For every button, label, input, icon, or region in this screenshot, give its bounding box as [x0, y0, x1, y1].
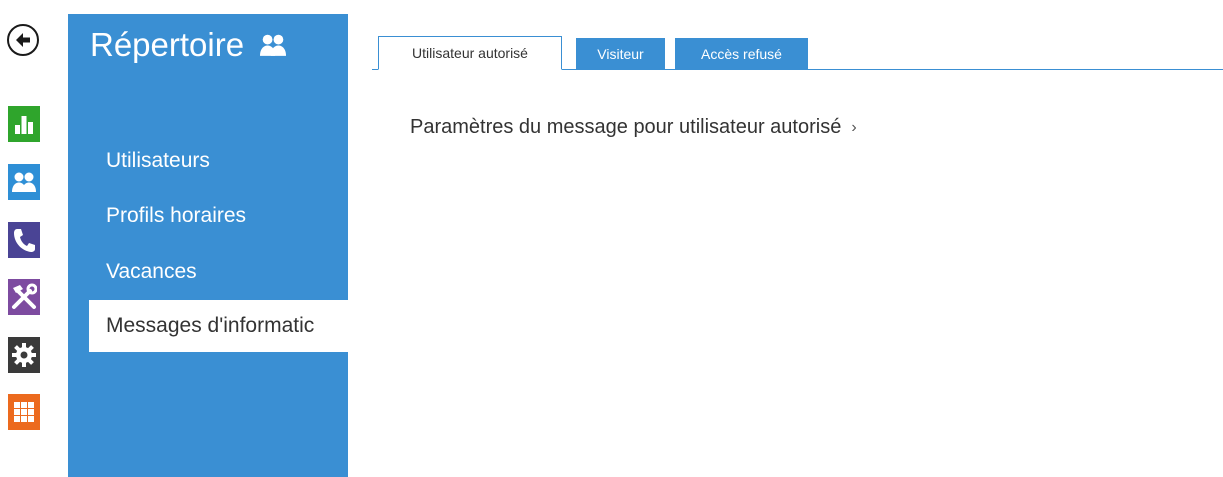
chevron-right-icon: › — [851, 118, 857, 136]
tools-icon — [12, 283, 37, 309]
menu-item-label: Profils horaires — [106, 204, 247, 227]
menu-item-holidays[interactable]: Vacances — [68, 246, 348, 298]
phone-icon — [14, 229, 35, 252]
section-title-text: Répertoire — [90, 26, 245, 63]
tab-bar: Utilisateur autorisé Visiteur Accès refu… — [372, 36, 1223, 70]
rail-item-system[interactable] — [8, 394, 40, 430]
menu-item-info-messages[interactable]: Messages d'informatic — [89, 300, 348, 352]
bar-chart-icon — [15, 116, 33, 134]
rail-item-services[interactable] — [8, 337, 40, 373]
rail-item-status[interactable] — [8, 106, 40, 142]
section-menu-panel: Répertoire Utilisateurs Profils horaires… — [68, 14, 348, 477]
tab-label: Accès refusé — [701, 45, 782, 62]
users-icon — [12, 172, 36, 192]
rail-item-hardware[interactable] — [8, 279, 40, 315]
gear-icon — [12, 343, 36, 367]
menu-item-users[interactable]: Utilisateurs — [68, 135, 348, 187]
menu-item-label: Vacances — [106, 260, 197, 283]
rail-item-calls[interactable] — [8, 222, 40, 258]
message-settings-link[interactable]: Paramètres du message pour utilisateur a… — [410, 116, 857, 139]
section-title: Répertoire — [90, 26, 288, 64]
users-icon — [258, 32, 288, 58]
tab-authorized-user[interactable]: Utilisateur autorisé — [378, 36, 562, 70]
menu-item-label: Utilisateurs — [106, 149, 210, 172]
menu-item-label: Messages d'informatic — [106, 314, 315, 337]
menu-item-time-profiles[interactable]: Profils horaires — [68, 190, 348, 242]
arrow-left-icon — [16, 33, 30, 47]
tab-label: Visiteur — [597, 45, 644, 62]
tab-label: Utilisateur autorisé — [412, 45, 528, 61]
tab-access-denied[interactable]: Accès refusé — [675, 38, 808, 69]
tab-visitor[interactable]: Visiteur — [576, 38, 665, 69]
icon-rail — [0, 0, 68, 477]
back-button[interactable] — [7, 24, 39, 56]
grid-icon — [14, 402, 34, 422]
message-settings-label: Paramètres du message pour utilisateur a… — [410, 116, 842, 138]
rail-item-directory[interactable] — [8, 164, 40, 200]
